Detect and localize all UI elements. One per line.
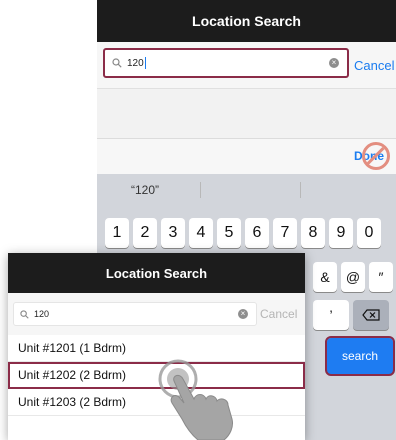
key-row-numbers: 1 2 3 4 5 6 7 8 9 0: [105, 218, 381, 250]
key-8[interactable]: 8: [301, 218, 325, 248]
search-icon: [20, 309, 29, 319]
tap-hand-icon: [158, 359, 233, 440]
front-cancel-button[interactable]: Cancel: [260, 307, 297, 321]
key-quote[interactable]: ″: [369, 262, 393, 292]
key-7[interactable]: 7: [273, 218, 297, 248]
suggestion-divider: [200, 182, 201, 198]
suggestion-bar: “120”: [97, 174, 396, 206]
back-search-row: 120 × Cancel: [97, 42, 396, 88]
front-header-title: Location Search: [8, 253, 305, 293]
clear-icon[interactable]: ×: [238, 309, 248, 319]
front-search-input[interactable]: 120 ×: [13, 302, 257, 326]
key-ampersand[interactable]: &: [313, 262, 337, 292]
back-cancel-button[interactable]: Cancel: [354, 58, 394, 73]
key-row-punct: ’: [313, 300, 389, 332]
key-1[interactable]: 1: [105, 218, 129, 248]
back-empty-area: [97, 88, 396, 139]
search-key[interactable]: search: [325, 336, 395, 376]
clear-icon[interactable]: ×: [329, 58, 339, 68]
key-at[interactable]: @: [341, 262, 365, 292]
suggestion-divider: [300, 182, 301, 198]
front-search-value: 120: [34, 309, 50, 319]
key-3[interactable]: 3: [161, 218, 185, 248]
back-search-value: 120: [127, 57, 144, 69]
back-header-title: Location Search: [97, 0, 396, 42]
key-apostrophe[interactable]: ’: [313, 300, 349, 330]
backspace-key[interactable]: [353, 300, 389, 330]
back-search-input[interactable]: 120 ×: [103, 48, 349, 78]
text-caret: [144, 57, 146, 69]
front-search-row: 120 × Cancel: [8, 293, 305, 335]
key-2[interactable]: 2: [133, 218, 157, 248]
suggestion-item[interactable]: “120”: [131, 183, 159, 197]
search-icon: [112, 58, 122, 68]
key-4[interactable]: 4: [189, 218, 213, 248]
keyboard-toolbar: Done: [97, 138, 396, 175]
backspace-icon: [362, 309, 380, 321]
key-5[interactable]: 5: [217, 218, 241, 248]
key-9[interactable]: 9: [329, 218, 353, 248]
key-6[interactable]: 6: [245, 218, 269, 248]
key-0[interactable]: 0: [357, 218, 381, 248]
key-row-symbols: & @ ″: [313, 262, 393, 294]
